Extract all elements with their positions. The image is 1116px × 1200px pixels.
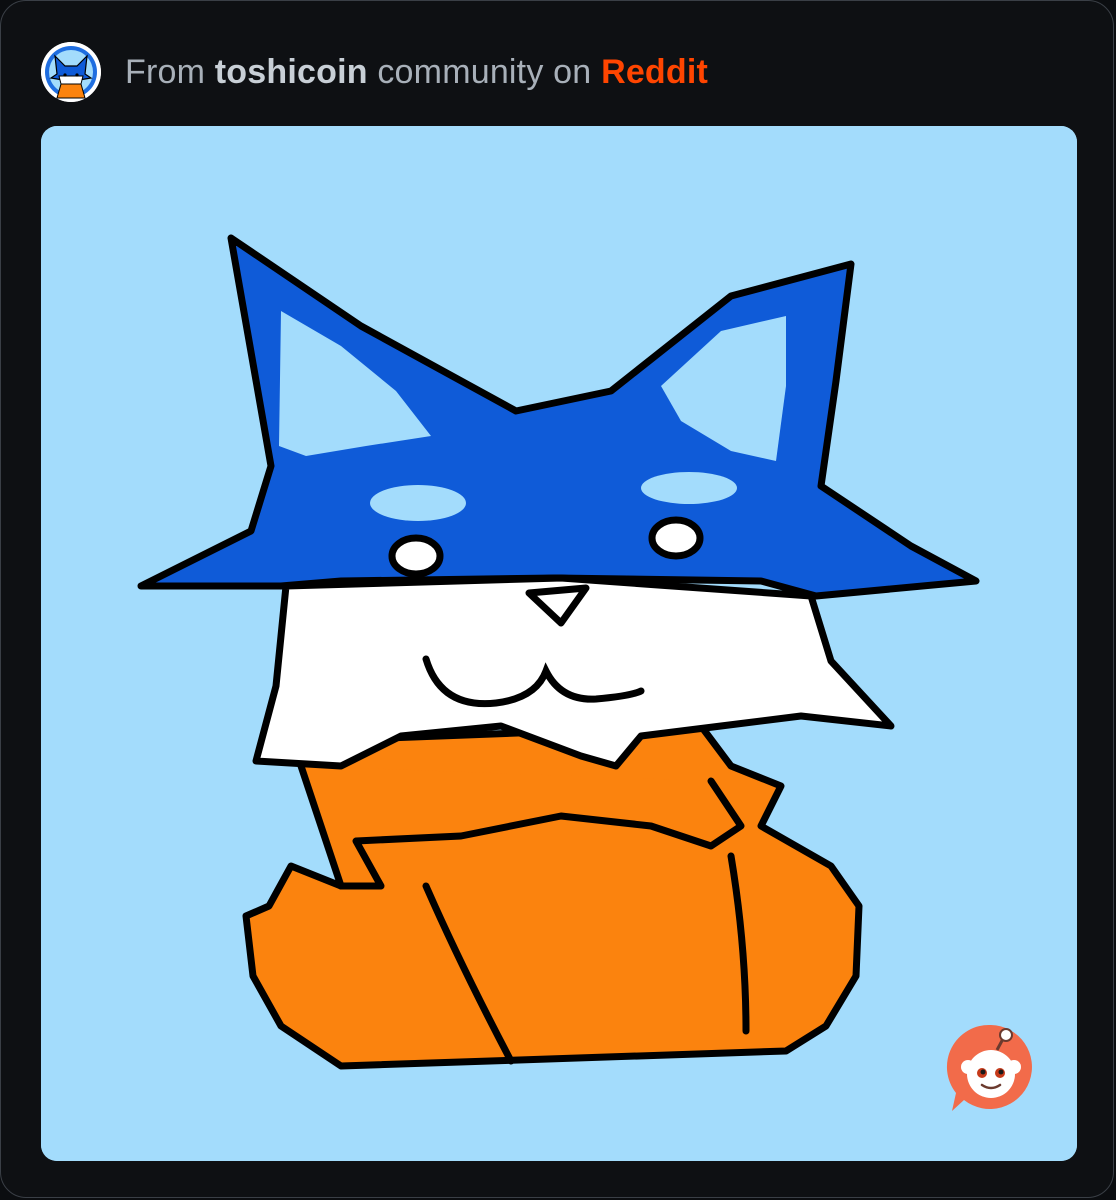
- source-prefix: From: [125, 52, 206, 91]
- post-image[interactable]: [41, 126, 1077, 1161]
- community-name-link[interactable]: toshicoin: [215, 53, 368, 91]
- community-avatar[interactable]: [41, 42, 101, 102]
- reddit-embed-card[interactable]: From toshicoin community on Reddit: [0, 0, 1114, 1198]
- source-header: From toshicoin community on Reddit: [41, 41, 708, 103]
- platform-name-link[interactable]: Reddit: [601, 53, 708, 91]
- fox-drawing: [41, 126, 1077, 1161]
- toshi-fox-avatar-icon: [41, 42, 101, 102]
- reddit-logo-icon[interactable]: [942, 1019, 1040, 1117]
- source-middle: community on: [377, 52, 592, 91]
- source-line: From toshicoin community on Reddit: [125, 53, 708, 92]
